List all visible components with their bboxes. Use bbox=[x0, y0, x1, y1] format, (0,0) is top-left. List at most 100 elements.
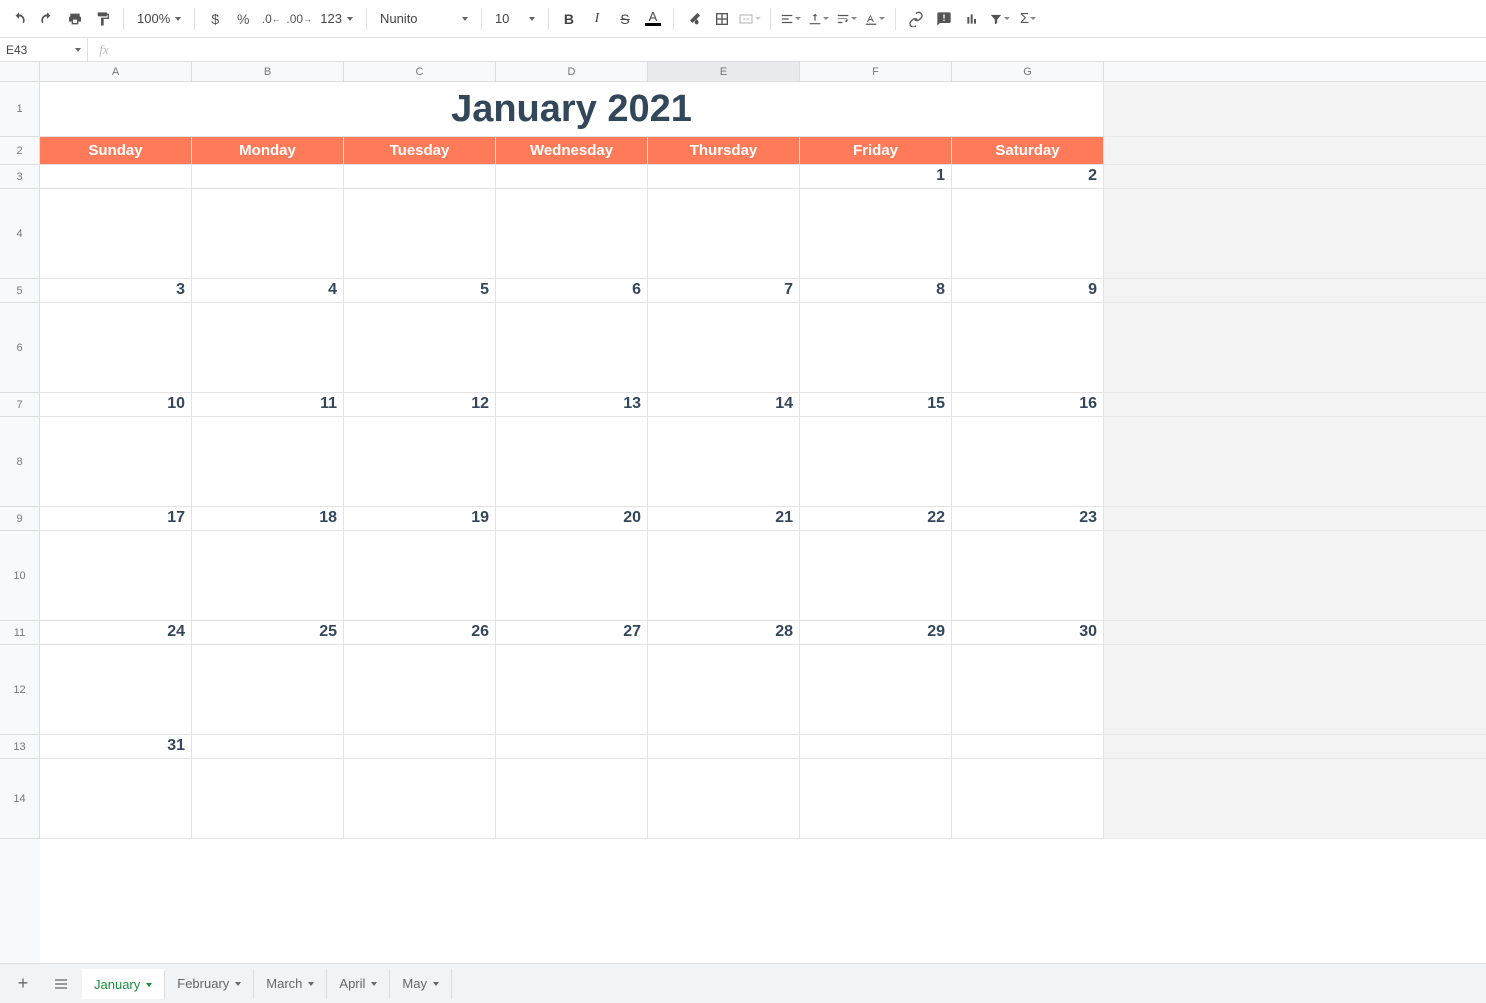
fill-color-button[interactable] bbox=[681, 6, 707, 32]
date-cell[interactable]: 18 bbox=[192, 507, 344, 531]
row-header-6[interactable]: 6 bbox=[0, 303, 40, 393]
date-cell[interactable]: 15 bbox=[800, 393, 952, 417]
date-cell[interactable]: 26 bbox=[344, 621, 496, 645]
day-header[interactable]: Tuesday bbox=[344, 137, 496, 165]
body-cell[interactable] bbox=[40, 189, 192, 279]
date-cell[interactable]: 6 bbox=[496, 279, 648, 303]
column-header-C[interactable]: C bbox=[344, 62, 496, 81]
italic-button[interactable]: I bbox=[584, 6, 610, 32]
date-cell[interactable]: 27 bbox=[496, 621, 648, 645]
date-cell[interactable]: 30 bbox=[952, 621, 1104, 645]
date-cell[interactable]: 19 bbox=[344, 507, 496, 531]
day-header[interactable]: Wednesday bbox=[496, 137, 648, 165]
sheet-tab-march[interactable]: March bbox=[254, 969, 327, 999]
sheet-tab-april[interactable]: April bbox=[327, 969, 390, 999]
body-cell[interactable] bbox=[40, 417, 192, 507]
zoom-select[interactable]: 100% bbox=[131, 6, 187, 32]
body-cell[interactable] bbox=[952, 417, 1104, 507]
row-header-5[interactable]: 5 bbox=[0, 279, 40, 303]
select-all-corner[interactable] bbox=[0, 62, 40, 82]
date-cell[interactable] bbox=[800, 735, 952, 759]
body-cell[interactable] bbox=[800, 645, 952, 735]
row-header-9[interactable]: 9 bbox=[0, 507, 40, 531]
sheet-tab-january[interactable]: January bbox=[82, 969, 165, 999]
formula-input[interactable] bbox=[120, 38, 1486, 61]
row-header-13[interactable]: 13 bbox=[0, 735, 40, 759]
paint-format-button[interactable] bbox=[90, 6, 116, 32]
date-cell[interactable]: 16 bbox=[952, 393, 1104, 417]
row-header-2[interactable]: 2 bbox=[0, 137, 40, 165]
column-header-G[interactable]: G bbox=[952, 62, 1104, 81]
vertical-align-button[interactable] bbox=[806, 6, 832, 32]
body-cell[interactable] bbox=[192, 417, 344, 507]
date-cell[interactable] bbox=[40, 165, 192, 189]
date-cell[interactable]: 29 bbox=[800, 621, 952, 645]
font-size-select[interactable]: 10 bbox=[489, 6, 541, 32]
percent-button[interactable]: % bbox=[230, 6, 256, 32]
increase-decimal-button[interactable]: .00→ bbox=[286, 6, 312, 32]
body-cell[interactable] bbox=[648, 531, 800, 621]
date-cell[interactable]: 17 bbox=[40, 507, 192, 531]
body-cell[interactable] bbox=[192, 759, 344, 839]
date-cell[interactable] bbox=[496, 165, 648, 189]
date-cell[interactable]: 31 bbox=[40, 735, 192, 759]
day-header[interactable]: Sunday bbox=[40, 137, 192, 165]
body-cell[interactable] bbox=[344, 189, 496, 279]
sheet-tab-february[interactable]: February bbox=[165, 969, 254, 999]
body-cell[interactable] bbox=[344, 759, 496, 839]
date-cell[interactable]: 21 bbox=[648, 507, 800, 531]
date-cell[interactable] bbox=[192, 735, 344, 759]
body-cell[interactable] bbox=[800, 417, 952, 507]
body-cell[interactable] bbox=[40, 303, 192, 393]
body-cell[interactable] bbox=[496, 417, 648, 507]
print-button[interactable] bbox=[62, 6, 88, 32]
body-cell[interactable] bbox=[496, 759, 648, 839]
date-cell[interactable]: 4 bbox=[192, 279, 344, 303]
column-header-D[interactable]: D bbox=[496, 62, 648, 81]
body-cell[interactable] bbox=[344, 417, 496, 507]
row-header-1[interactable]: 1 bbox=[0, 82, 40, 137]
row-header-4[interactable]: 4 bbox=[0, 189, 40, 279]
body-cell[interactable] bbox=[648, 645, 800, 735]
insert-link-button[interactable] bbox=[903, 6, 929, 32]
body-cell[interactable] bbox=[192, 189, 344, 279]
row-header-7[interactable]: 7 bbox=[0, 393, 40, 417]
body-cell[interactable] bbox=[952, 759, 1104, 839]
date-cell[interactable]: 12 bbox=[344, 393, 496, 417]
horizontal-align-button[interactable] bbox=[778, 6, 804, 32]
undo-button[interactable] bbox=[6, 6, 32, 32]
body-cell[interactable] bbox=[648, 189, 800, 279]
date-cell[interactable]: 1 bbox=[800, 165, 952, 189]
decrease-decimal-button[interactable]: .0← bbox=[258, 6, 284, 32]
body-cell[interactable] bbox=[800, 303, 952, 393]
more-formats-select[interactable]: 123 bbox=[314, 6, 359, 32]
add-sheet-button[interactable]: + bbox=[6, 969, 40, 999]
body-cell[interactable] bbox=[800, 759, 952, 839]
date-cell[interactable]: 8 bbox=[800, 279, 952, 303]
strikethrough-button[interactable]: S bbox=[612, 6, 638, 32]
row-header-11[interactable]: 11 bbox=[0, 621, 40, 645]
all-sheets-button[interactable] bbox=[44, 969, 78, 999]
insert-chart-button[interactable] bbox=[959, 6, 985, 32]
calendar-title[interactable]: January 2021 bbox=[40, 82, 1104, 137]
date-cell[interactable] bbox=[344, 165, 496, 189]
date-cell[interactable]: 11 bbox=[192, 393, 344, 417]
body-cell[interactable] bbox=[952, 645, 1104, 735]
body-cell[interactable] bbox=[344, 531, 496, 621]
body-cell[interactable] bbox=[952, 189, 1104, 279]
column-header-A[interactable]: A bbox=[40, 62, 192, 81]
date-cell[interactable]: 24 bbox=[40, 621, 192, 645]
date-cell[interactable] bbox=[952, 735, 1104, 759]
borders-button[interactable] bbox=[709, 6, 735, 32]
day-header[interactable]: Thursday bbox=[648, 137, 800, 165]
date-cell[interactable] bbox=[648, 165, 800, 189]
text-rotation-button[interactable] bbox=[862, 6, 888, 32]
filter-button[interactable] bbox=[987, 6, 1013, 32]
body-cell[interactable] bbox=[192, 531, 344, 621]
date-cell[interactable]: 25 bbox=[192, 621, 344, 645]
body-cell[interactable] bbox=[648, 759, 800, 839]
row-header-12[interactable]: 12 bbox=[0, 645, 40, 735]
body-cell[interactable] bbox=[952, 303, 1104, 393]
day-header[interactable]: Saturday bbox=[952, 137, 1104, 165]
column-header-F[interactable]: F bbox=[800, 62, 952, 81]
